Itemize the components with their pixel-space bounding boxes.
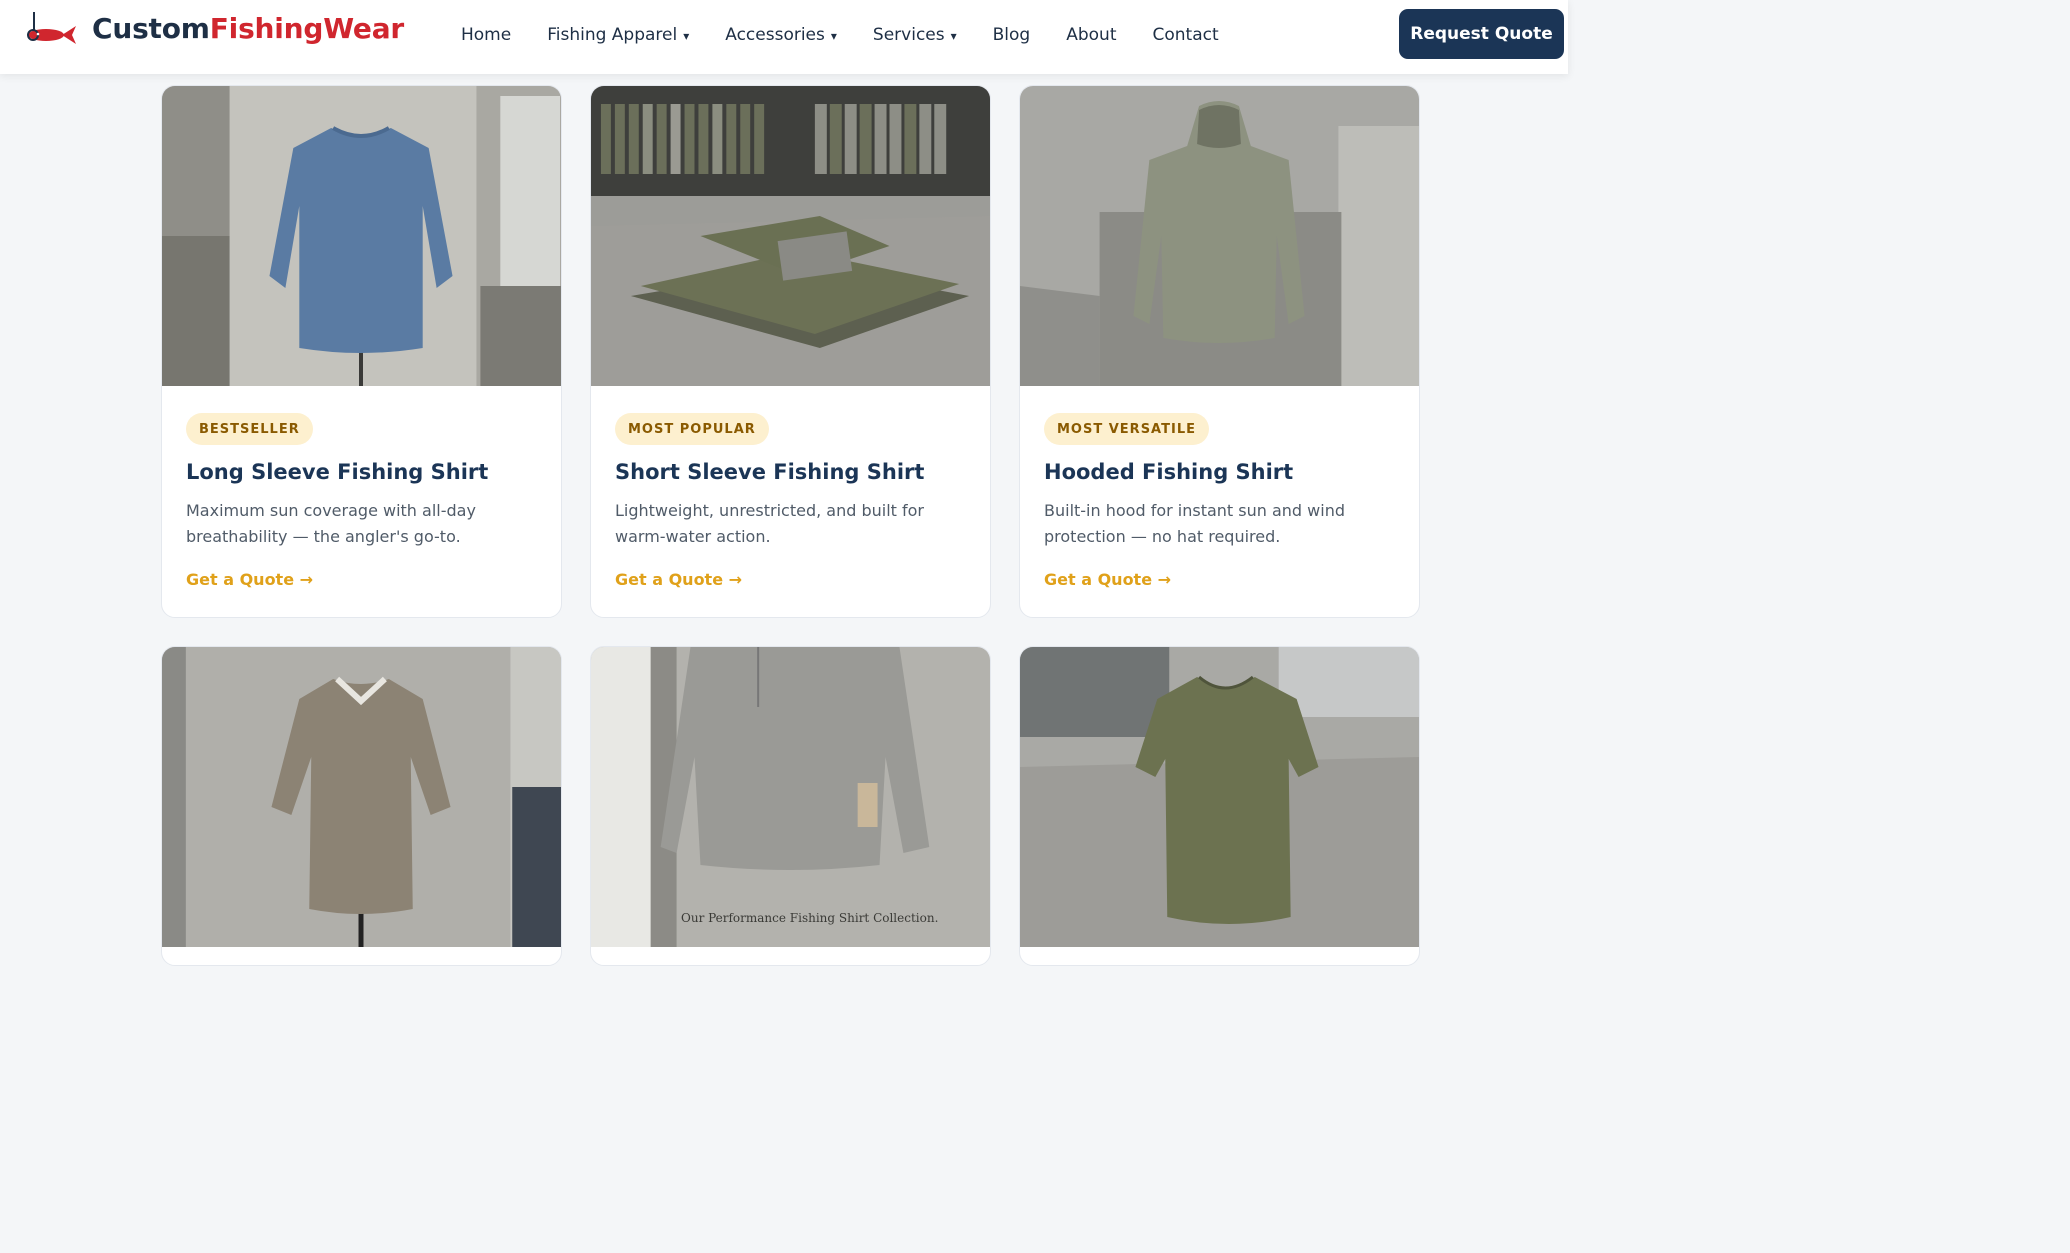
product-title[interactable]: Long Sleeve Fishing Shirt	[186, 460, 488, 484]
brand-name-part2: FishingWear	[209, 11, 405, 45]
product-title[interactable]: Hooded Fishing Shirt	[1044, 460, 1293, 484]
badge-most-popular: MOST POPULAR	[615, 413, 769, 445]
get-quote-link[interactable]: Get a Quote →	[1044, 570, 1171, 589]
product-description: Lightweight, unrestricted, and built for…	[615, 501, 925, 546]
main-nav: Home Fishing Apparel ▾ Accessories ▾ Servi…	[461, 0, 1255, 70]
product-card-short-sleeve: MOST POPULAR Short Sleeve Fishing Shirt …	[590, 85, 991, 618]
site-header: CustomFishingWear Home Fishing Apparel ▾ …	[0, 0, 1568, 74]
nav-item-accessories[interactable]: Accessories ▾	[725, 25, 837, 45]
product-image-button-up[interactable]	[162, 647, 561, 947]
product-card-hooded: MOST VERSATILE Hooded Fishing Shirt Buil…	[1019, 85, 1420, 618]
nav-label: Blog	[992, 25, 1031, 45]
product-description: Built-in hood for instant sun and wind p…	[1044, 501, 1345, 546]
product-card-long-sleeve: BESTSELLER Long Sleeve Fishing Shirt Max…	[161, 85, 562, 618]
product-description: Maximum sun coverage with all-day breath…	[186, 501, 476, 546]
nav-label: Services	[872, 25, 945, 45]
nav-item-fishing-apparel[interactable]: Fishing Apparel ▾	[547, 25, 689, 45]
olive-womens-tee-image	[1020, 647, 1419, 947]
nav-label: Contact	[1152, 25, 1219, 45]
nav-label: Accessories	[725, 25, 825, 45]
grey-quarter-zip-shirt-image	[591, 647, 990, 947]
chevron-down-icon: ▾	[830, 29, 837, 43]
fish-logo-icon	[27, 12, 76, 44]
nav-label: About	[1066, 25, 1117, 45]
product-card-womens-tee	[1019, 646, 1420, 966]
product-card-button-up	[161, 646, 562, 966]
nav-item-contact[interactable]: Contact	[1152, 25, 1218, 45]
product-image-hooded[interactable]	[1020, 86, 1419, 386]
tan-button-up-shirt-image	[162, 647, 561, 947]
nav-item-about[interactable]: About	[1066, 25, 1116, 45]
product-image-quarter-zip[interactable]: Our Performance Fishing Shirt Collection…	[591, 647, 990, 947]
product-image-short-sleeve[interactable]	[591, 86, 990, 386]
grey-hooded-shirt-image	[1020, 86, 1419, 386]
brand-name-part1: Custom	[92, 11, 210, 45]
product-card-quarter-zip: Our Performance Fishing Shirt Collection…	[590, 646, 991, 966]
get-quote-link[interactable]: Get a Quote →	[186, 570, 313, 589]
request-quote-button[interactable]: Request Quote	[1399, 9, 1564, 59]
badge-bestseller: BESTSELLER	[186, 413, 313, 445]
product-image-womens-tee[interactable]	[1020, 647, 1419, 947]
folded-green-short-sleeve-shirt-image	[591, 86, 990, 386]
nav-item-home[interactable]: Home	[461, 25, 511, 45]
chevron-down-icon: ▾	[683, 29, 690, 43]
blue-long-sleeve-shirt-image	[162, 86, 561, 386]
nav-label: Home	[461, 25, 512, 45]
nav-item-services[interactable]: Services ▾	[873, 25, 957, 45]
nav-item-blog[interactable]: Blog	[993, 25, 1031, 45]
product-image-long-sleeve[interactable]	[162, 86, 561, 386]
image-caption: Our Performance Fishing Shirt Collection…	[681, 911, 939, 925]
get-quote-link[interactable]: Get a Quote →	[615, 570, 742, 589]
product-title[interactable]: Short Sleeve Fishing Shirt	[615, 460, 924, 484]
chevron-down-icon: ▾	[950, 29, 957, 43]
badge-most-versatile: MOST VERSATILE	[1044, 413, 1209, 445]
brand-logo[interactable]: CustomFishingWear	[24, 10, 404, 46]
nav-label: Fishing Apparel	[547, 25, 678, 45]
